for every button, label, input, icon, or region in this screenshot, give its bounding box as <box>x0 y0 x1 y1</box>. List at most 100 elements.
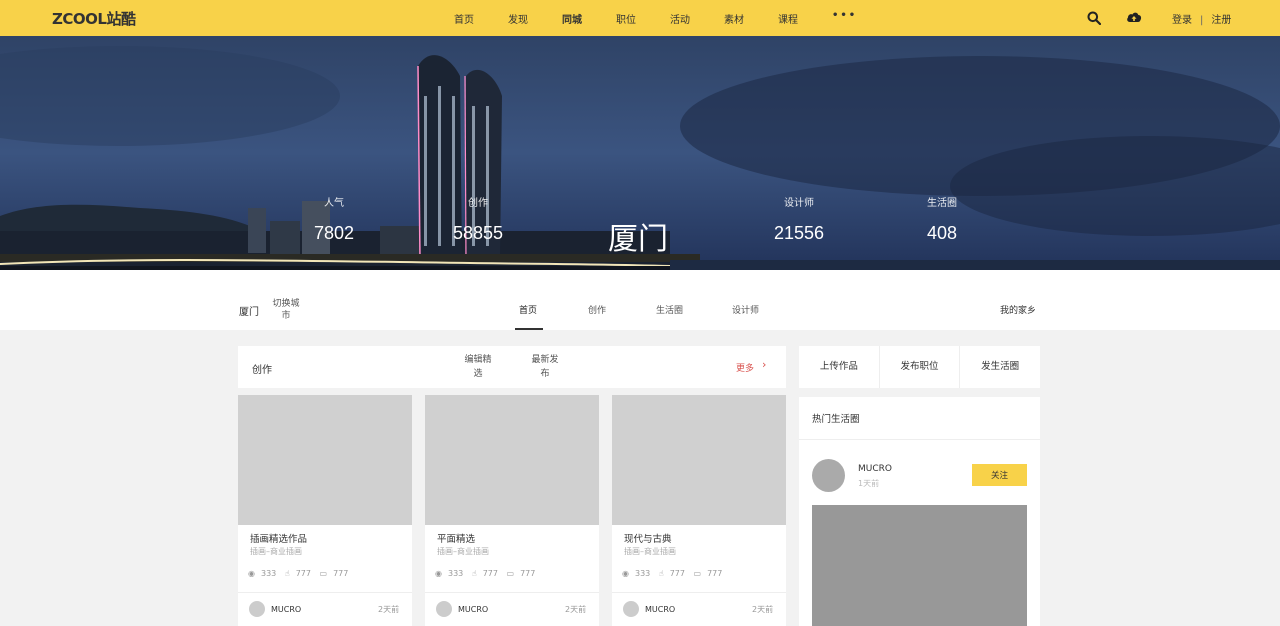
life-circle-label: 生活圈 <box>927 198 957 209</box>
work-title[interactable]: 平面精选 <box>437 531 475 545</box>
nav-discover[interactable]: 发现 <box>508 11 528 26</box>
designers-value: 21556 <box>773 223 825 243</box>
designers-label: 设计师 <box>784 198 814 209</box>
work-stats: ◉ 333 ☝ 777 ▭ 777 <box>622 569 728 578</box>
eye-icon: ◉ <box>248 569 255 578</box>
work-card[interactable]: 平面精选 插画–商业插画 ◉ 333 ☝ 777 ▭ 777 MUCRO 2天前 <box>425 395 599 626</box>
popularity-stat: 人气 7802 <box>284 194 384 244</box>
tab-designers[interactable]: 设计师 <box>732 303 759 316</box>
avatar[interactable] <box>436 601 452 617</box>
work-stats: ◉ 333 ☝ 777 ▭ 777 <box>248 569 354 578</box>
thumbs-up-icon: ☝ <box>658 569 664 578</box>
card-divider <box>238 592 412 593</box>
switch-city-link[interactable]: 切换城市 <box>271 298 301 322</box>
hot-life-circle-panel: 热门生活圈 MUCRO 1天前 关注 <box>799 397 1040 626</box>
comment-icon: ▭ <box>319 569 328 578</box>
search-icon[interactable] <box>1087 0 1101 36</box>
like-count: 777 <box>482 569 498 578</box>
city-sub-navigation: 厦门 切换城市 首页 创作 生活圈 设计师 我的家乡 <box>0 270 1280 330</box>
tab-latest[interactable]: 最新发布 <box>529 353 561 381</box>
work-thumbnail[interactable] <box>612 395 786 525</box>
chevron-right-icon[interactable]: › <box>762 358 766 371</box>
auth-links: 登录 | 注册 <box>1172 11 1231 26</box>
avatar[interactable] <box>623 601 639 617</box>
zcool-logo[interactable]: ZCOOL站酷 <box>52 8 136 29</box>
auth-separator: | <box>1200 15 1204 26</box>
avatar[interactable] <box>249 601 265 617</box>
current-city: 厦门 <box>239 307 259 318</box>
post-time: 1天前 <box>858 479 880 488</box>
city-hero-banner: 人气 7802 创作 58855 厦门 设计师 21556 生活圈 408 <box>0 36 1280 270</box>
work-category: 插画–商业插画 <box>624 547 676 556</box>
nav-events[interactable]: 活动 <box>670 11 690 26</box>
panel-divider <box>799 439 1040 440</box>
like-count: 777 <box>295 569 311 578</box>
work-category: 插画–商业插画 <box>437 547 489 556</box>
tab-editors-pick[interactable]: 编辑精选 <box>462 353 494 381</box>
nav-jobs[interactable]: 职位 <box>616 11 636 26</box>
view-count: 333 <box>447 569 464 578</box>
login-link[interactable]: 登录 <box>1172 15 1192 26</box>
card-divider <box>425 592 599 593</box>
quick-actions-bar: 上传作品 发布职位 发生活圈 <box>799 346 1040 388</box>
eye-icon: ◉ <box>435 569 442 578</box>
works-panel-header: 创作 编辑精选 最新发布 更多 › <box>238 346 786 388</box>
comment-icon: ▭ <box>506 569 515 578</box>
like-count: 777 <box>669 569 685 578</box>
eye-icon: ◉ <box>622 569 629 578</box>
register-link[interactable]: 注册 <box>1211 15 1231 26</box>
author-name[interactable]: MUCRO <box>458 605 488 614</box>
follow-button[interactable]: 关注 <box>972 464 1027 486</box>
post-life-circle-button[interactable]: 发生活圈 <box>960 346 1040 388</box>
post-time: 2天前 <box>565 605 587 614</box>
avatar[interactable] <box>812 459 845 492</box>
nav-home[interactable]: 首页 <box>454 11 474 26</box>
tab-works[interactable]: 创作 <box>588 303 606 316</box>
upload-work-button[interactable]: 上传作品 <box>799 346 880 388</box>
main-nav: 首页 发现 同城 职位 活动 素材 课程 ••• <box>454 0 857 36</box>
view-count: 333 <box>260 569 277 578</box>
thumbs-up-icon: ☝ <box>471 569 477 578</box>
post-job-button[interactable]: 发布职位 <box>880 346 961 388</box>
my-hometown-link[interactable]: 我的家乡 <box>1000 303 1036 316</box>
popularity-value: 7802 <box>313 223 355 243</box>
view-count: 333 <box>634 569 651 578</box>
tab-life-circle[interactable]: 生活圈 <box>656 303 683 316</box>
work-title[interactable]: 插画精选作品 <box>250 531 307 545</box>
more-menu-icon[interactable]: ••• <box>832 10 857 21</box>
top-navigation-bar: ZCOOL站酷 首页 发现 同城 职位 活动 素材 课程 ••• 登录 | 注册 <box>0 0 1280 36</box>
works-stat: 创作 58855 <box>428 194 528 244</box>
poster-name[interactable]: MUCRO <box>858 464 892 474</box>
more-works-link[interactable]: 更多 <box>736 361 754 374</box>
comment-icon: ▭ <box>693 569 702 578</box>
nav-local[interactable]: 同城 <box>562 11 582 26</box>
designers-stat: 设计师 21556 <box>749 194 849 244</box>
cloud-upload-icon[interactable] <box>1126 0 1142 36</box>
life-circle-stat: 生活圈 408 <box>892 194 992 244</box>
works-panel-title: 创作 <box>252 365 272 376</box>
thumbs-up-icon: ☝ <box>284 569 290 578</box>
comment-count: 777 <box>333 569 349 578</box>
popularity-label: 人气 <box>324 198 344 209</box>
post-time: 2天前 <box>378 605 400 614</box>
work-card[interactable]: 现代与古典 插画–商业插画 ◉ 333 ☝ 777 ▭ 777 MUCRO 2天前 <box>612 395 786 626</box>
hot-life-circle-title: 热门生活圈 <box>812 414 860 425</box>
work-thumbnail[interactable] <box>238 395 412 525</box>
post-time: 2天前 <box>752 605 774 614</box>
comment-count: 777 <box>707 569 723 578</box>
work-category: 插画–商业插画 <box>250 547 302 556</box>
tab-home[interactable]: 首页 <box>519 303 537 316</box>
life-circle-post-image[interactable] <box>812 505 1027 626</box>
comment-count: 777 <box>520 569 536 578</box>
city-name-title: 厦门 <box>608 222 668 257</box>
work-thumbnail[interactable] <box>425 395 599 525</box>
nav-assets[interactable]: 素材 <box>724 11 744 26</box>
work-stats: ◉ 333 ☝ 777 ▭ 777 <box>435 569 541 578</box>
author-name[interactable]: MUCRO <box>271 605 301 614</box>
works-label: 创作 <box>468 198 488 209</box>
work-card[interactable]: 插画精选作品 插画–商业插画 ◉ 333 ☝ 777 ▭ 777 MUCRO 2天前 <box>238 395 412 626</box>
active-tab-indicator <box>515 328 543 330</box>
work-title[interactable]: 现代与古典 <box>624 531 672 545</box>
nav-courses[interactable]: 课程 <box>778 11 798 26</box>
author-name[interactable]: MUCRO <box>645 605 675 614</box>
